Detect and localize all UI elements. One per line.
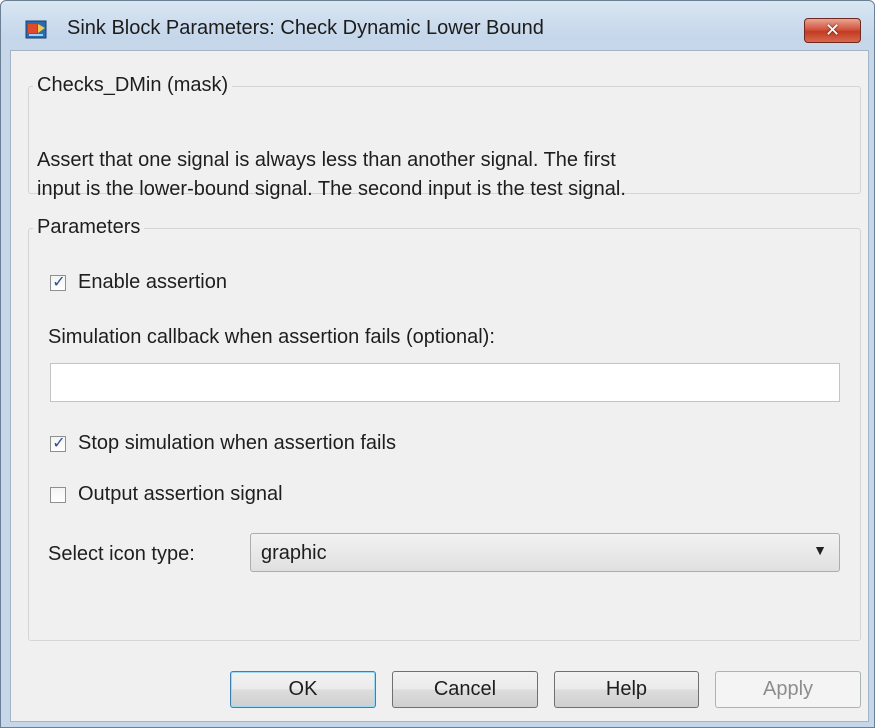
checkmark-icon: ✓ xyxy=(52,271,66,291)
output-signal-checkbox[interactable] xyxy=(50,486,66,503)
enable-assertion-checkbox-row[interactable]: ✓ Enable assertion xyxy=(50,271,227,294)
title-bar[interactable]: Sink Block Parameters: Check Dynamic Low… xyxy=(1,1,874,43)
description-line-1: Assert that one signal is always less th… xyxy=(37,149,616,171)
callback-input[interactable] xyxy=(50,363,840,402)
close-button[interactable]: ✕ xyxy=(804,18,861,43)
enable-assertion-label: Enable assertion xyxy=(78,271,227,293)
ok-button[interactable]: OK xyxy=(230,671,376,708)
apply-button[interactable]: Apply xyxy=(715,671,861,708)
close-icon: ✕ xyxy=(824,19,841,41)
output-signal-checkbox-row[interactable]: Output assertion signal xyxy=(50,483,283,506)
stop-simulation-checkbox-row[interactable]: ✓ Stop simulation when assertion fails xyxy=(50,432,396,455)
mask-legend: Checks_DMin (mask) xyxy=(33,74,233,97)
icon-type-label: Select icon type: xyxy=(48,543,195,565)
window-title: Sink Block Parameters: Check Dynamic Low… xyxy=(67,17,544,39)
help-button[interactable]: Help xyxy=(554,671,699,708)
parameters-legend: Parameters xyxy=(33,216,145,239)
enable-assertion-checkbox[interactable]: ✓ xyxy=(50,271,66,291)
mask-description: Assert that one signal is always less th… xyxy=(37,146,837,204)
simulink-app-icon xyxy=(25,20,47,39)
description-line-2: input is the lower-bound signal. The sec… xyxy=(37,178,626,200)
cancel-button[interactable]: Cancel xyxy=(392,671,538,708)
stop-simulation-label: Stop simulation when assertion fails xyxy=(78,432,396,454)
icon-type-value: graphic xyxy=(261,542,327,564)
icon-type-select[interactable]: graphic ▼ xyxy=(250,533,840,572)
checkmark-icon: ✓ xyxy=(52,432,66,452)
callback-label: Simulation callback when assertion fails… xyxy=(48,326,495,348)
dropdown-arrow-icon: ▼ xyxy=(813,542,827,558)
dialog-window: Sink Block Parameters: Check Dynamic Low… xyxy=(0,0,875,728)
output-signal-label: Output assertion signal xyxy=(78,483,283,505)
stop-simulation-checkbox[interactable]: ✓ xyxy=(50,432,66,452)
